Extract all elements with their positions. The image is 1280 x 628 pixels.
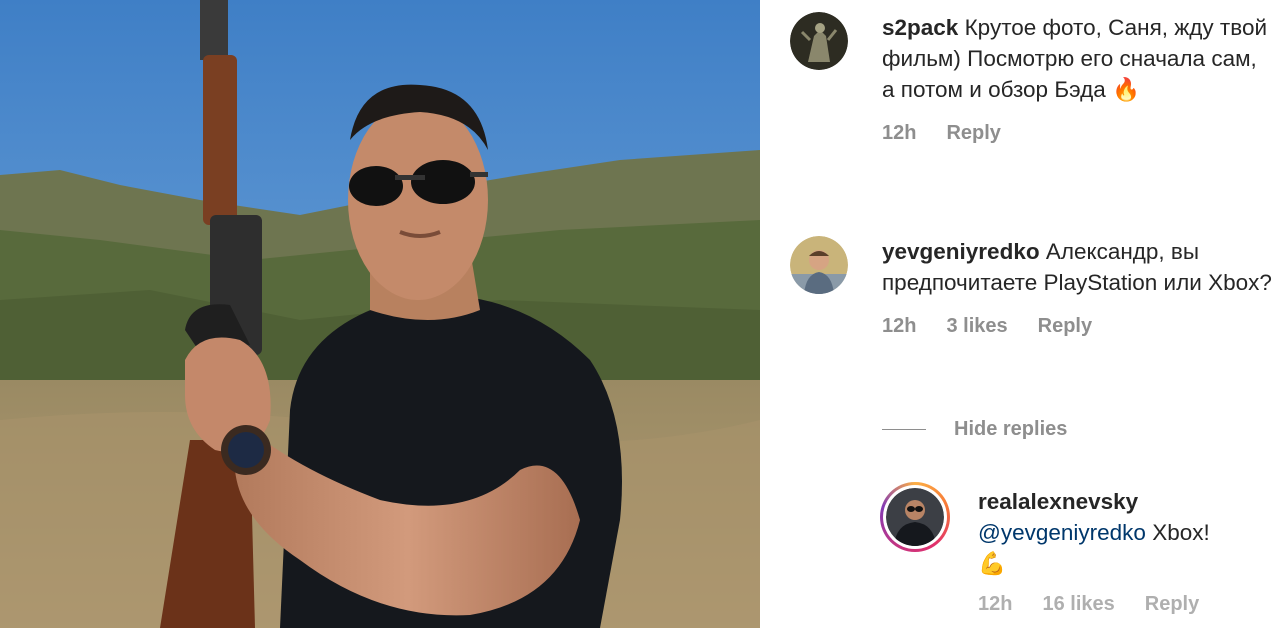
reply-mention[interactable]: @yevgeniyredko	[978, 520, 1146, 545]
flexed-biceps-emoji-icon: 💪	[978, 551, 1007, 576]
post-photo	[0, 0, 760, 628]
comment-time[interactable]: 12h	[882, 315, 916, 337]
reply-reply-button[interactable]: Reply	[1145, 593, 1199, 615]
reply-time[interactable]: 12h	[978, 593, 1012, 615]
comment-time[interactable]: 12h	[882, 122, 916, 144]
reply-username[interactable]: realalexnevsky	[978, 489, 1138, 514]
comment-likes[interactable]: 3 likes	[946, 315, 1007, 337]
comments-panel: s2pack Крутое фото, Саня, жду твой фильм…	[760, 0, 1280, 628]
fire-emoji-icon: 🔥	[1111, 77, 1140, 102]
reply-meta: 12h 16 likes Reply	[978, 593, 1278, 616]
reply-body: Xbox!	[1152, 520, 1210, 545]
reply-likes[interactable]: 16 likes	[1042, 593, 1114, 615]
reply-button[interactable]: Reply	[946, 122, 1000, 144]
comment-text: yevgeniyredko Александр, вы предпочитает…	[882, 236, 1272, 298]
reply-text: realalexnevsky @yevgeniyredko Xbox! 💪	[978, 486, 1278, 579]
avatar-realalexnevsky[interactable]	[880, 482, 950, 552]
comment-meta: 12h 3 likes Reply	[882, 315, 1272, 338]
comment-meta: 12h Reply	[882, 122, 1272, 145]
avatar-s2pack[interactable]	[790, 12, 848, 70]
comment-username[interactable]: yevgeniyredko	[882, 239, 1040, 264]
avatar-yevgeniyredko[interactable]	[790, 236, 848, 294]
hide-replies-line	[882, 428, 926, 431]
comment-username[interactable]: s2pack	[882, 15, 958, 40]
reply-button[interactable]: Reply	[1038, 315, 1092, 337]
hide-replies-label: Hide replies	[954, 418, 1068, 440]
post-image	[0, 0, 760, 628]
hide-replies-button[interactable]: Hide replies	[882, 418, 1067, 441]
comment-text: s2pack Крутое фото, Саня, жду твой фильм…	[882, 12, 1272, 105]
